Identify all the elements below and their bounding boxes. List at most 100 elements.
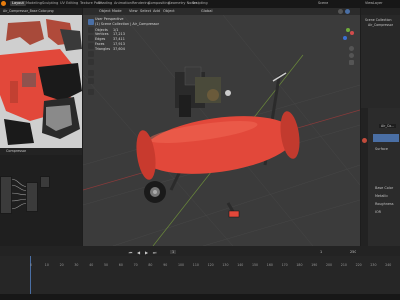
- timeline-frame-number: 100: [178, 263, 185, 267]
- status-bar: [0, 294, 400, 300]
- play-icon[interactable]: ▶: [144, 250, 149, 255]
- timeline-frame-number: 120: [207, 263, 214, 267]
- outliner-item-air-compressor[interactable]: Air_Compressor: [368, 23, 393, 27]
- material-preview-icon[interactable]: [345, 9, 350, 14]
- outliner-item-scene-collection[interactable]: Scene Collection: [365, 18, 392, 22]
- timeline-frame-number: 130: [222, 263, 229, 267]
- principled-bsdf-node[interactable]: [26, 182, 38, 212]
- blender-logo-icon[interactable]: [1, 1, 6, 6]
- timeline-frame-number: 70: [133, 263, 138, 267]
- zoom-icon[interactable]: [349, 46, 354, 51]
- outliner-header: [361, 8, 400, 15]
- rotate-tool-icon[interactable]: [88, 43, 94, 49]
- stat-triangles: Triangles 37,604: [95, 47, 159, 52]
- timeline-frame-number: 160: [266, 263, 273, 267]
- outliner-panel[interactable]: Scene Collection Air_Compressor: [361, 8, 400, 108]
- timeline-frame-number: 200: [326, 263, 333, 267]
- node-editor-title: Compressor: [6, 149, 27, 153]
- menu-view[interactable]: View: [129, 9, 138, 13]
- uv-texture-image: [0, 15, 82, 148]
- end-frame-field[interactable]: 250: [350, 250, 356, 254]
- section-surface[interactable]: Surface: [375, 147, 388, 151]
- play-reverse-icon[interactable]: ◀: [136, 250, 141, 255]
- timeline-frame-number: 180: [296, 263, 303, 267]
- transform-orientation-dropdown[interactable]: Global: [201, 9, 212, 13]
- timeline-frame-number: 40: [89, 263, 94, 267]
- top-menu-bar: Layout Modeling Sculpting UV Editing Texture…: [0, 0, 400, 8]
- jump-end-icon[interactable]: ⏭: [152, 250, 157, 255]
- view-layer-selector[interactable]: ViewLayer: [365, 1, 383, 5]
- timeline-frame-number: 20: [59, 263, 64, 267]
- timeline-frame-number: 0: [30, 263, 33, 267]
- timeline-frame-number: 60: [118, 263, 123, 267]
- timeline-panel[interactable]: [0, 246, 400, 300]
- material-output-node[interactable]: [40, 176, 50, 188]
- viewport-header: Object Mode View Select Add Object Globa…: [83, 8, 360, 15]
- add-cube-tool-icon[interactable]: [88, 89, 94, 95]
- stat-label: Triangles: [95, 46, 111, 51]
- row-metallic[interactable]: Metallic: [375, 194, 388, 198]
- timeline-frame-number: 190: [311, 263, 318, 267]
- stat-value: 17,213: [113, 32, 125, 37]
- timeline-frame-number: 10: [44, 263, 49, 267]
- material-slot[interactable]: [373, 134, 399, 142]
- texture-node[interactable]: [0, 176, 12, 214]
- scale-tool-icon[interactable]: [88, 51, 94, 57]
- timeline-header: [0, 246, 400, 256]
- object-mode-dropdown[interactable]: Object Mode: [99, 9, 122, 13]
- gizmo-y-icon[interactable]: [346, 28, 350, 32]
- timeline-frame-number: 80: [148, 263, 153, 267]
- timeline-frame-number: 110: [192, 263, 199, 267]
- pan-icon[interactable]: [349, 53, 354, 58]
- material-tab-icon[interactable]: [362, 138, 367, 143]
- timeline-frame-number: 150: [252, 263, 259, 267]
- timeline-frame-number: 90: [163, 263, 168, 267]
- gizmo-x-icon[interactable]: [350, 31, 354, 35]
- compressor-foot: [228, 210, 240, 218]
- select-tool-icon[interactable]: [88, 19, 94, 25]
- stat-value: 1/1: [113, 27, 119, 32]
- properties-panel[interactable]: Air_Co...: [361, 108, 400, 246]
- image-editor-header: Air_Compressor_Base Color.png: [0, 8, 82, 15]
- row-ior[interactable]: IOR: [375, 210, 381, 214]
- collection-path: (1) Scene Collection | Air_Compressor: [95, 21, 160, 26]
- stat-value: 17,913: [113, 41, 125, 46]
- navigation-gizmo[interactable]: [341, 28, 355, 42]
- workspace-tab[interactable]: UV Editing: [58, 1, 80, 6]
- node-editor-panel[interactable]: Compressor: [0, 148, 82, 246]
- node-links: [9, 178, 31, 210]
- timeline-frame-number: 30: [74, 263, 79, 267]
- row-base-color[interactable]: Base Color: [375, 186, 393, 190]
- timeline-frame-number: 170: [281, 263, 288, 267]
- scene-selector[interactable]: Scene: [318, 1, 328, 5]
- image-editor-panel[interactable]: Air_Compressor_Base Color.png: [0, 8, 82, 148]
- stat-value: 37,411: [113, 37, 125, 42]
- timeline-frame-number: 240: [385, 263, 392, 267]
- viewport-stats-overlay: User Perspective (1) Scene Collection | …: [95, 17, 159, 52]
- gizmo-z-icon[interactable]: [343, 36, 347, 40]
- menu-select[interactable]: Select: [140, 9, 151, 13]
- timeline-frame-number: 140: [237, 263, 244, 267]
- properties-tabs: [361, 108, 368, 246]
- cursor-tool-icon[interactable]: [88, 27, 94, 33]
- image-editor-title: Air_Compressor_Base Color.png: [3, 9, 54, 13]
- camera-icon[interactable]: [349, 60, 354, 65]
- workspace-tab[interactable]: Scripting: [190, 1, 210, 6]
- timeline-frame-number: 210: [340, 263, 347, 267]
- jump-start-icon[interactable]: ⏮: [128, 250, 133, 255]
- start-frame-field[interactable]: 1: [320, 250, 322, 254]
- object-name-field[interactable]: Air_Co...: [379, 124, 397, 128]
- measure-tool-icon[interactable]: [88, 78, 94, 84]
- node-editor-header: Compressor: [0, 148, 82, 155]
- menu-object[interactable]: Object: [163, 9, 175, 13]
- annotate-tool-icon[interactable]: [88, 70, 94, 76]
- shading-mode-icon[interactable]: [338, 9, 343, 14]
- row-roughness[interactable]: Roughness: [375, 202, 394, 206]
- move-tool-icon[interactable]: [88, 35, 94, 41]
- timeline-frame-number: 230: [370, 263, 377, 267]
- transform-tool-icon[interactable]: [88, 59, 94, 65]
- menu-add[interactable]: Add: [153, 9, 160, 13]
- timeline-frame-number: 50: [104, 263, 109, 267]
- current-frame-field[interactable]: 1: [170, 250, 177, 254]
- viewport-3d[interactable]: Object Mode View Select Add Object Globa…: [83, 8, 360, 246]
